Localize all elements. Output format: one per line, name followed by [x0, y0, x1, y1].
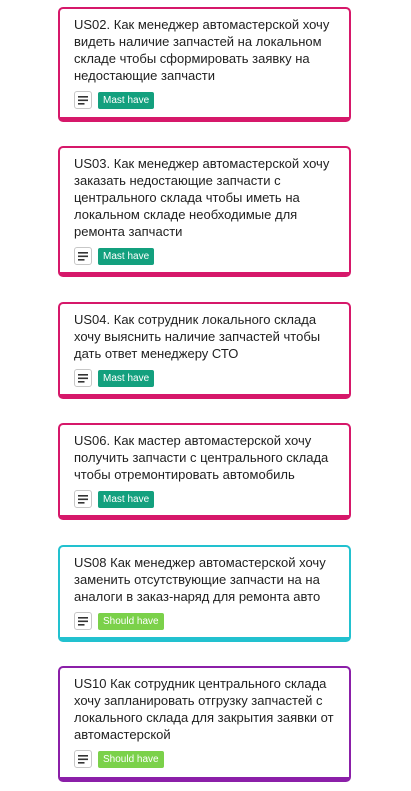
priority-badge[interactable]: Should have [98, 612, 164, 630]
card-footer: Should have [74, 612, 335, 630]
card-footer: Mast have [74, 369, 335, 387]
card-footer: Mast have [74, 247, 335, 265]
priority-badge[interactable]: Mast have [98, 490, 155, 508]
card-title: US08 Как менеджер автомастерской хочу за… [74, 555, 326, 604]
card-title: US10 Как сотрудник центрального склада х… [74, 676, 334, 742]
description-icon[interactable] [74, 91, 92, 109]
card-footer: Mast have [74, 91, 335, 109]
priority-badge[interactable]: Mast have [98, 91, 155, 109]
story-card[interactable]: US04. Как сотрудник локального склада хо… [58, 302, 351, 399]
card-title: US03. Как менеджер автомастерской хочу з… [74, 156, 330, 239]
card-title: US06. Как мастер автомастерской хочу пол… [74, 433, 329, 482]
story-card[interactable]: US06. Как мастер автомастерской хочу пол… [58, 423, 351, 520]
description-icon[interactable] [74, 612, 92, 630]
story-card[interactable]: US02. Как менеджер автомастерской хочу в… [58, 7, 351, 122]
description-icon[interactable] [74, 750, 92, 768]
card-title: US04. Как сотрудник локального склада хо… [74, 312, 321, 361]
description-icon[interactable] [74, 490, 92, 508]
description-icon[interactable] [74, 369, 92, 387]
story-card[interactable]: US08 Как менеджер автомастерской хочу за… [58, 545, 351, 642]
priority-badge[interactable]: Mast have [98, 369, 155, 387]
description-icon[interactable] [74, 247, 92, 265]
card-title: US02. Как менеджер автомастерской хочу в… [74, 17, 330, 83]
card-footer: Should have [74, 750, 335, 768]
priority-badge[interactable]: Should have [98, 750, 164, 768]
story-card[interactable]: US03. Как менеджер автомастерской хочу з… [58, 146, 351, 277]
card-footer: Mast have [74, 490, 335, 508]
story-card[interactable]: US10 Как сотрудник центрального склада х… [58, 666, 351, 782]
priority-badge[interactable]: Mast have [98, 247, 155, 265]
cards-board: US02. Как менеджер автомастерской хочу в… [0, 0, 411, 791]
